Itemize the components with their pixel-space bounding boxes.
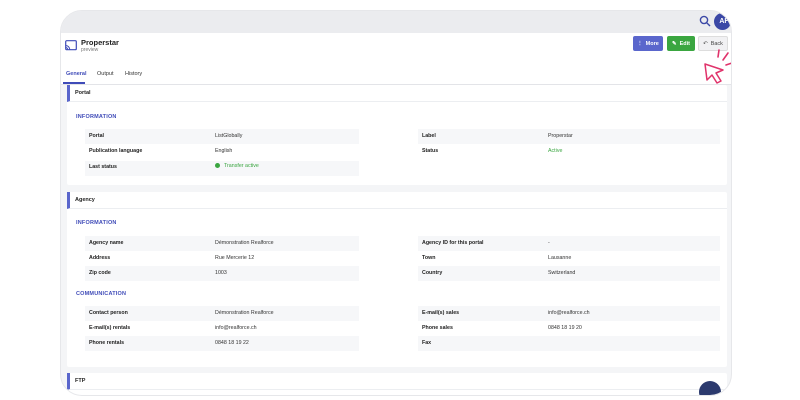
portal-card-title: Portal (75, 90, 91, 96)
tab-output[interactable]: Output (97, 71, 114, 77)
field-label: E-mail(s) sales (422, 310, 460, 316)
field-value: ListGlobally (215, 133, 243, 139)
status-dot-icon (215, 163, 220, 169)
field-value: English (215, 148, 233, 154)
tab-general[interactable]: General (66, 71, 86, 77)
field-value: info@realforce.ch (215, 325, 257, 331)
field-label: Portal (89, 133, 105, 139)
tab-history[interactable]: History (125, 71, 142, 77)
ftp-card: FTP (67, 373, 727, 395)
edit-button-label: Edit (679, 40, 690, 47)
field-label: Contact person (89, 310, 128, 316)
field-value: - (548, 240, 550, 246)
agency-info-section-title: INFORMATION (76, 220, 117, 226)
page-title: Properstar (81, 38, 119, 47)
active-tab-indicator (63, 82, 85, 84)
field-value: Switzerland (548, 270, 576, 276)
field-value: Properstar (548, 133, 573, 139)
status-badge: Transfer active (215, 163, 259, 169)
agency-card-header: Agency (67, 192, 727, 209)
field-value: 0848 18 19 22 (215, 340, 249, 346)
pencil-icon: ✎ (672, 40, 677, 47)
agency-communication-grid: Contact person Démonstration Realforce E… (85, 306, 725, 358)
field-label: Agency name (89, 240, 124, 246)
undo-icon: ↶ (703, 40, 708, 47)
field-value: Démonstration Realforce (215, 240, 274, 246)
edit-button[interactable]: ✎ Edit (667, 36, 695, 51)
field-label: Town (422, 255, 436, 261)
ftp-card-title: FTP (75, 378, 86, 384)
search-icon[interactable] (699, 15, 711, 27)
app-window: AF Properstar preview ⋮ More ✎ Edit ↶ Ba… (60, 10, 732, 396)
agency-card: Agency INFORMATION Agency name Démonstra… (67, 192, 727, 367)
field-label: Phone rentals (89, 340, 125, 346)
agency-info-grid: Agency name Démonstration Realforce Addr… (85, 236, 725, 284)
avatar[interactable]: AF (714, 13, 731, 30)
field-label: Last status (89, 164, 117, 170)
field-label: Zip code (89, 270, 111, 276)
last-status-value: Transfer active (224, 163, 259, 169)
field-label: Fax (422, 340, 432, 346)
more-button-label: More (645, 40, 659, 47)
back-button-label: Back (710, 40, 723, 47)
field-label: Status (422, 148, 439, 154)
portal-card: Portal INFORMATION Portal ListGlobally P… (67, 85, 727, 185)
more-vert-icon: ⋮ (637, 40, 643, 47)
field-value: 1003 (215, 270, 227, 276)
field-value: Lausanne (548, 255, 572, 261)
portal-card-header: Portal (67, 85, 727, 102)
page-subtitle: preview (81, 47, 99, 53)
top-bar: AF (61, 11, 731, 33)
field-value: info@realforce.ch (548, 310, 590, 316)
portal-info-section-title: INFORMATION (76, 114, 117, 120)
portal-info-grid: Portal ListGlobally Publication language… (85, 129, 725, 179)
tab-bar: General Output History (61, 65, 731, 85)
page-header: Properstar preview ⋮ More ✎ Edit ↶ Back (61, 33, 731, 65)
status-value: Active (548, 148, 563, 154)
field-label: Label (422, 133, 436, 139)
field-label: Agency ID for this portal (422, 240, 484, 246)
field-label: Country (422, 270, 443, 276)
pointer-click-icon (704, 49, 731, 84)
field-label: Address (89, 255, 111, 261)
agency-communication-section-title: COMMUNICATION (76, 291, 127, 297)
cast-icon (65, 40, 77, 51)
field-value: Rue Mercerie 12 (215, 255, 255, 261)
help-widget-icon[interactable] (699, 381, 721, 395)
field-label: Phone sales (422, 325, 453, 331)
ftp-card-header: FTP (67, 373, 727, 390)
agency-card-title: Agency (75, 197, 95, 203)
field-value: Démonstration Realforce (215, 310, 274, 316)
field-value: 0848 18 19 20 (548, 325, 582, 331)
field-label: E-mail(s) rentals (89, 325, 131, 331)
field-label: Publication language (89, 148, 143, 154)
more-button[interactable]: ⋮ More (633, 36, 663, 51)
